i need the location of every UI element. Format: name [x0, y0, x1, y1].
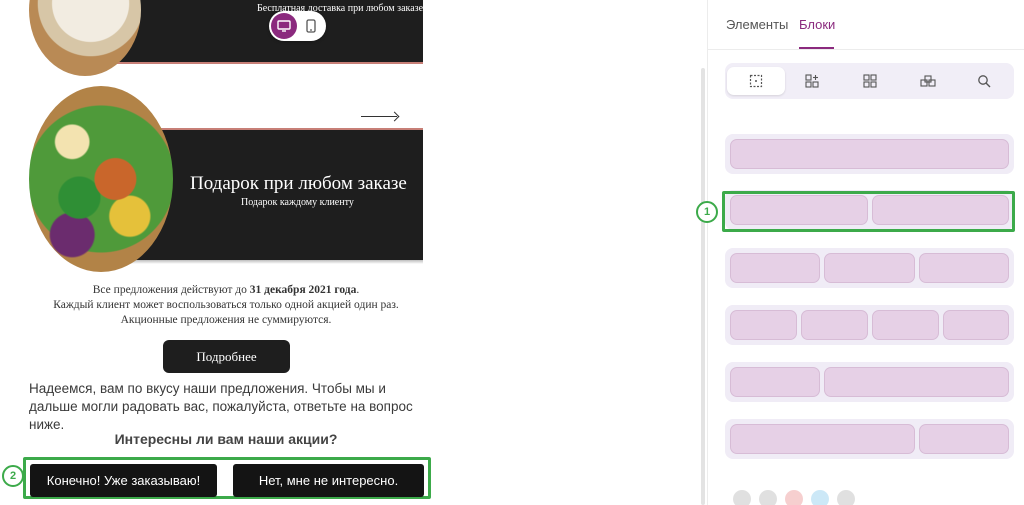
block-layout-4-columns[interactable]	[725, 305, 1014, 345]
offer-terms: Все предложения действуют до 31 декабря …	[29, 283, 423, 328]
offer-deadline: 31 декабря 2021 года	[249, 284, 357, 296]
feedback-question: Интересны ли вам наши акции?	[114, 431, 338, 447]
block-cell	[919, 424, 1009, 454]
block-cell	[824, 253, 915, 283]
callout-marker-2: 2	[2, 465, 24, 487]
block-cell	[730, 310, 797, 340]
block-cell	[919, 253, 1009, 283]
search-button[interactable]	[955, 67, 1013, 95]
dumplings-image	[29, 0, 141, 76]
panel-tabs: Элементы Блоки	[708, 0, 1024, 50]
social-icon	[733, 490, 751, 505]
add-grid-button[interactable]	[783, 67, 841, 95]
tab-elements[interactable]: Элементы	[726, 17, 788, 32]
mobile-icon	[306, 19, 316, 33]
answer-no-button[interactable]: Нет, мне не интересно.	[233, 464, 424, 497]
gift-banner-shadow	[109, 260, 423, 264]
add-grid-icon	[805, 74, 819, 88]
arrow-right-icon	[361, 116, 397, 117]
layers-button[interactable]	[899, 67, 957, 95]
block-layout-wide-narrow[interactable]	[725, 419, 1014, 459]
social-icon	[759, 490, 777, 505]
feedback-intro-text: Надеемся, вам по вкусу наши предложения.…	[29, 381, 413, 432]
mobile-preview-button[interactable]	[298, 13, 324, 39]
offer-terms-line2: Каждый клиент может воспользоваться толь…	[53, 299, 399, 311]
grid-button[interactable]	[841, 67, 899, 95]
single-column-icon	[749, 74, 763, 88]
email-preview: Бесплатная доставка при любом заказе Под…	[23, 0, 431, 505]
block-cell	[730, 253, 820, 283]
gift-banner-subtitle: Подарок каждому клиенту	[241, 197, 354, 208]
tab-blocks[interactable]: Блоки	[799, 17, 835, 32]
block-cell	[943, 310, 1009, 340]
layers-icon	[920, 75, 936, 87]
single-column-button[interactable]	[727, 67, 785, 95]
editor-side-panel: Элементы Блоки	[708, 0, 1024, 505]
more-details-button[interactable]: Подробнее	[163, 340, 290, 373]
block-layout-narrow-wide[interactable]	[725, 362, 1014, 402]
block-cell	[730, 367, 820, 397]
active-tab-indicator	[799, 47, 834, 49]
preview-scrollbar[interactable]	[701, 68, 705, 505]
search-icon	[978, 75, 991, 88]
preview-mode-toggle	[269, 11, 326, 41]
delivery-banner-underline	[109, 62, 423, 64]
block-cell	[730, 139, 1009, 169]
block-cell	[872, 310, 939, 340]
social-icon	[785, 490, 803, 505]
social-icon	[811, 490, 829, 505]
callout-marker-1: 1	[696, 201, 718, 223]
block-layout-1-column[interactable]	[725, 134, 1014, 174]
block-cell	[824, 367, 1009, 397]
social-blocks-preview	[733, 490, 913, 505]
gift-banner: Подарок при любом заказе Подарок каждому…	[29, 80, 423, 275]
block-cell	[730, 424, 915, 454]
offer-terms-line1: Все предложения действуют до 31 декабря …	[92, 284, 360, 296]
grid-icon	[863, 74, 877, 88]
offer-terms-line3: Акционные предложения не суммируются.	[120, 314, 332, 326]
desktop-icon	[277, 20, 291, 32]
block-layout-toolbar	[725, 63, 1014, 99]
desktop-preview-button[interactable]	[271, 13, 297, 39]
salad-bowl-image	[29, 86, 173, 272]
delivery-banner: Бесплатная доставка при любом заказе	[29, 0, 423, 76]
social-icon	[837, 490, 855, 505]
gift-banner-title: Подарок при любом заказе	[190, 173, 407, 194]
blocks-highlight	[722, 191, 1015, 232]
answer-buttons-highlight: Конечно! Уже заказываю! Нет, мне не инте…	[23, 457, 431, 499]
block-layout-3-columns[interactable]	[725, 248, 1014, 288]
block-cell	[801, 310, 868, 340]
answer-yes-button[interactable]: Конечно! Уже заказываю!	[30, 464, 217, 497]
